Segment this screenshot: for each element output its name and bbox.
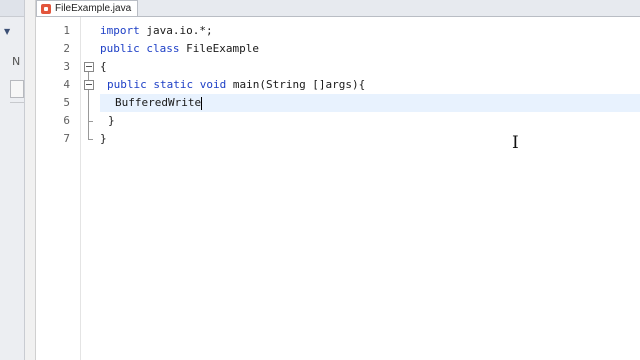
code-text: BufferedWrite bbox=[115, 96, 202, 109]
fold-line bbox=[88, 90, 89, 121]
code-line[interactable]: { bbox=[100, 58, 640, 76]
fold-gutter bbox=[80, 17, 98, 360]
line-number: 4 bbox=[63, 78, 70, 91]
text-caret bbox=[201, 96, 203, 110]
side-panel: ▼ N bbox=[0, 0, 25, 360]
divider bbox=[10, 102, 24, 103]
line-number: 5 bbox=[63, 96, 70, 109]
editor-tab-bar: FileExample.java bbox=[36, 0, 640, 17]
keyword: public class bbox=[100, 42, 180, 55]
code-text: } bbox=[100, 132, 107, 145]
fold-line bbox=[88, 121, 89, 139]
line-number-gutter: 1 2 3 4 5 6 7 bbox=[36, 17, 81, 360]
code-text: { bbox=[100, 60, 107, 73]
side-panel-label: N bbox=[12, 55, 21, 68]
code-line[interactable]: } bbox=[100, 112, 640, 130]
collapse-arrow-icon[interactable]: ▼ bbox=[4, 27, 10, 36]
code-line[interactable]: import java.io.*; bbox=[100, 22, 640, 40]
code-line[interactable]: public static void main(String []args){ bbox=[100, 76, 640, 94]
java-file-icon bbox=[41, 3, 51, 14]
tab-file-example[interactable]: FileExample.java bbox=[36, 0, 139, 16]
side-panel-item[interactable] bbox=[10, 80, 24, 98]
keyword: public static void bbox=[107, 78, 227, 91]
code-line[interactable]: public class FileExample bbox=[100, 40, 640, 58]
code-line[interactable]: } bbox=[100, 130, 640, 148]
code-text: main(String []args){ bbox=[226, 78, 366, 91]
code-text: FileExample bbox=[179, 42, 259, 55]
ibeam-cursor-icon: I bbox=[512, 133, 519, 153]
tab-label: FileExample.java bbox=[55, 3, 132, 14]
line-number: 6 bbox=[63, 114, 70, 127]
code-text: java.io.*; bbox=[139, 24, 213, 37]
line-number: 3 bbox=[63, 60, 70, 73]
code-area[interactable]: import java.io.*; public class FileExamp… bbox=[100, 17, 640, 360]
fold-collapse-icon[interactable] bbox=[84, 80, 94, 90]
fold-end-marker bbox=[88, 139, 93, 140]
code-editor[interactable]: 1 2 3 4 5 6 7 import java.io.*; public c… bbox=[36, 17, 640, 360]
side-panel-header bbox=[0, 0, 24, 17]
line-number: 7 bbox=[63, 132, 70, 145]
current-code-line[interactable]: BufferedWrite bbox=[100, 94, 640, 112]
code-text: } bbox=[108, 114, 115, 127]
panel-splitter[interactable] bbox=[25, 0, 36, 360]
fold-line bbox=[88, 72, 89, 80]
keyword: import bbox=[100, 24, 140, 37]
fold-collapse-icon[interactable] bbox=[84, 62, 94, 72]
line-number: 2 bbox=[63, 42, 70, 55]
line-number: 1 bbox=[63, 24, 70, 37]
